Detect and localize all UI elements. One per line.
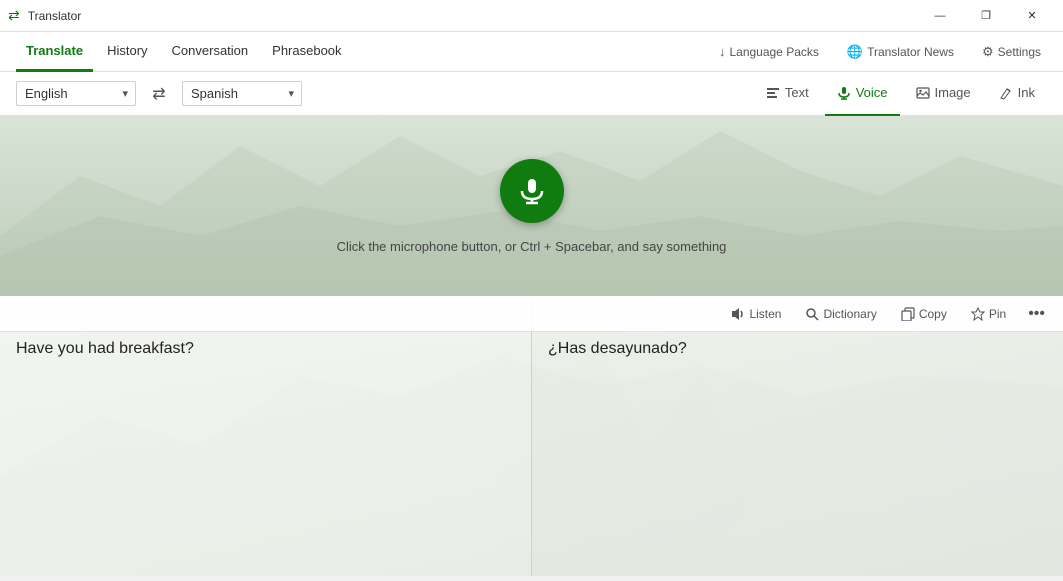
mode-tab-text-label: Text <box>785 85 809 100</box>
result-translated-panel: ¿Has desayunado? <box>532 296 1063 576</box>
listen-button[interactable]: Listen <box>723 303 789 325</box>
close-button[interactable]: ✕ <box>1009 0 1055 32</box>
mode-tab-ink[interactable]: Ink <box>987 72 1047 116</box>
source-text: Have you had breakfast? <box>16 340 515 358</box>
copy-label: Copy <box>919 307 947 321</box>
menu-item-translate[interactable]: Translate <box>16 32 93 72</box>
microphone-icon <box>837 86 851 100</box>
listen-label: Listen <box>749 307 781 321</box>
settings-icon: ⚙ <box>982 44 994 60</box>
menu-left: Translate History Conversation Phraseboo… <box>16 32 352 72</box>
minimize-button[interactable]: — <box>917 0 963 32</box>
title-bar: ⇄ Translator — ❐ ✕ <box>0 0 1063 32</box>
voice-area: Click the microphone button, or Ctrl + S… <box>0 116 1063 296</box>
app-icon: ⇄ <box>8 7 20 24</box>
dictionary-icon <box>805 307 819 321</box>
result-area: Listen Dictionary Copy Pin ••• Have you … <box>0 296 1063 576</box>
mode-tab-image-label: Image <box>935 85 971 100</box>
menu-bar: Translate History Conversation Phraseboo… <box>0 32 1063 72</box>
image-icon <box>916 86 930 100</box>
action-bar: Listen Dictionary Copy Pin ••• <box>0 296 1063 332</box>
translator-news-label: Translator News <box>867 45 954 59</box>
download-icon: ↓ <box>719 44 726 59</box>
translator-news-button[interactable]: 🌐 Translator News <box>841 40 960 64</box>
more-options-button[interactable]: ••• <box>1022 303 1051 325</box>
mic-instruction: Click the microphone button, or Ctrl + S… <box>337 239 727 254</box>
swap-languages-button[interactable]: ⇄ <box>144 79 174 109</box>
ink-icon <box>999 86 1013 100</box>
lang-bar: English Spanish French German Japanese C… <box>0 72 1063 116</box>
mode-tabs: Text Voice Image Ink <box>754 72 1047 116</box>
settings-button[interactable]: ⚙ Settings <box>976 40 1047 64</box>
source-language-wrapper: English Spanish French German Japanese C… <box>16 81 136 106</box>
microphone-button[interactable] <box>500 159 564 223</box>
menu-item-conversation[interactable]: Conversation <box>162 32 259 72</box>
copy-icon <box>901 307 915 321</box>
pin-icon <box>971 307 985 321</box>
mode-tab-voice[interactable]: Voice <box>825 72 900 116</box>
speaker-icon <box>731 307 745 321</box>
text-icon <box>766 86 780 100</box>
menu-item-phrasebook[interactable]: Phrasebook <box>262 32 351 72</box>
pin-button[interactable]: Pin <box>963 303 1014 325</box>
copy-button[interactable]: Copy <box>893 303 955 325</box>
app-title: Translator <box>28 9 82 23</box>
lang-selectors: English Spanish French German Japanese C… <box>16 79 302 109</box>
target-language-select[interactable]: Spanish English French German Japanese C… <box>182 81 302 106</box>
translated-text: ¿Has desayunado? <box>548 340 1047 358</box>
menu-item-history[interactable]: History <box>97 32 157 72</box>
mode-tab-voice-label: Voice <box>856 85 888 100</box>
restore-button[interactable]: ❐ <box>963 0 1009 32</box>
mic-button-icon <box>518 177 546 205</box>
dictionary-label: Dictionary <box>823 307 876 321</box>
menu-right: ↓ Language Packs 🌐 Translator News ⚙ Set… <box>713 40 1047 64</box>
settings-label: Settings <box>998 45 1041 59</box>
mode-tab-ink-label: Ink <box>1018 85 1035 100</box>
globe-icon: 🌐 <box>847 44 863 60</box>
pin-label: Pin <box>989 307 1006 321</box>
language-packs-label: Language Packs <box>729 45 818 59</box>
title-bar-left: ⇄ Translator <box>8 7 81 24</box>
dictionary-button[interactable]: Dictionary <box>797 303 884 325</box>
result-source-panel: Have you had breakfast? <box>0 296 532 576</box>
language-packs-button[interactable]: ↓ Language Packs <box>713 40 825 63</box>
mode-tab-text[interactable]: Text <box>754 72 821 116</box>
title-bar-controls: — ❐ ✕ <box>917 0 1055 32</box>
source-language-select[interactable]: English Spanish French German Japanese C… <box>16 81 136 106</box>
target-language-wrapper: Spanish English French German Japanese C… <box>182 81 302 106</box>
mode-tab-image[interactable]: Image <box>904 72 983 116</box>
